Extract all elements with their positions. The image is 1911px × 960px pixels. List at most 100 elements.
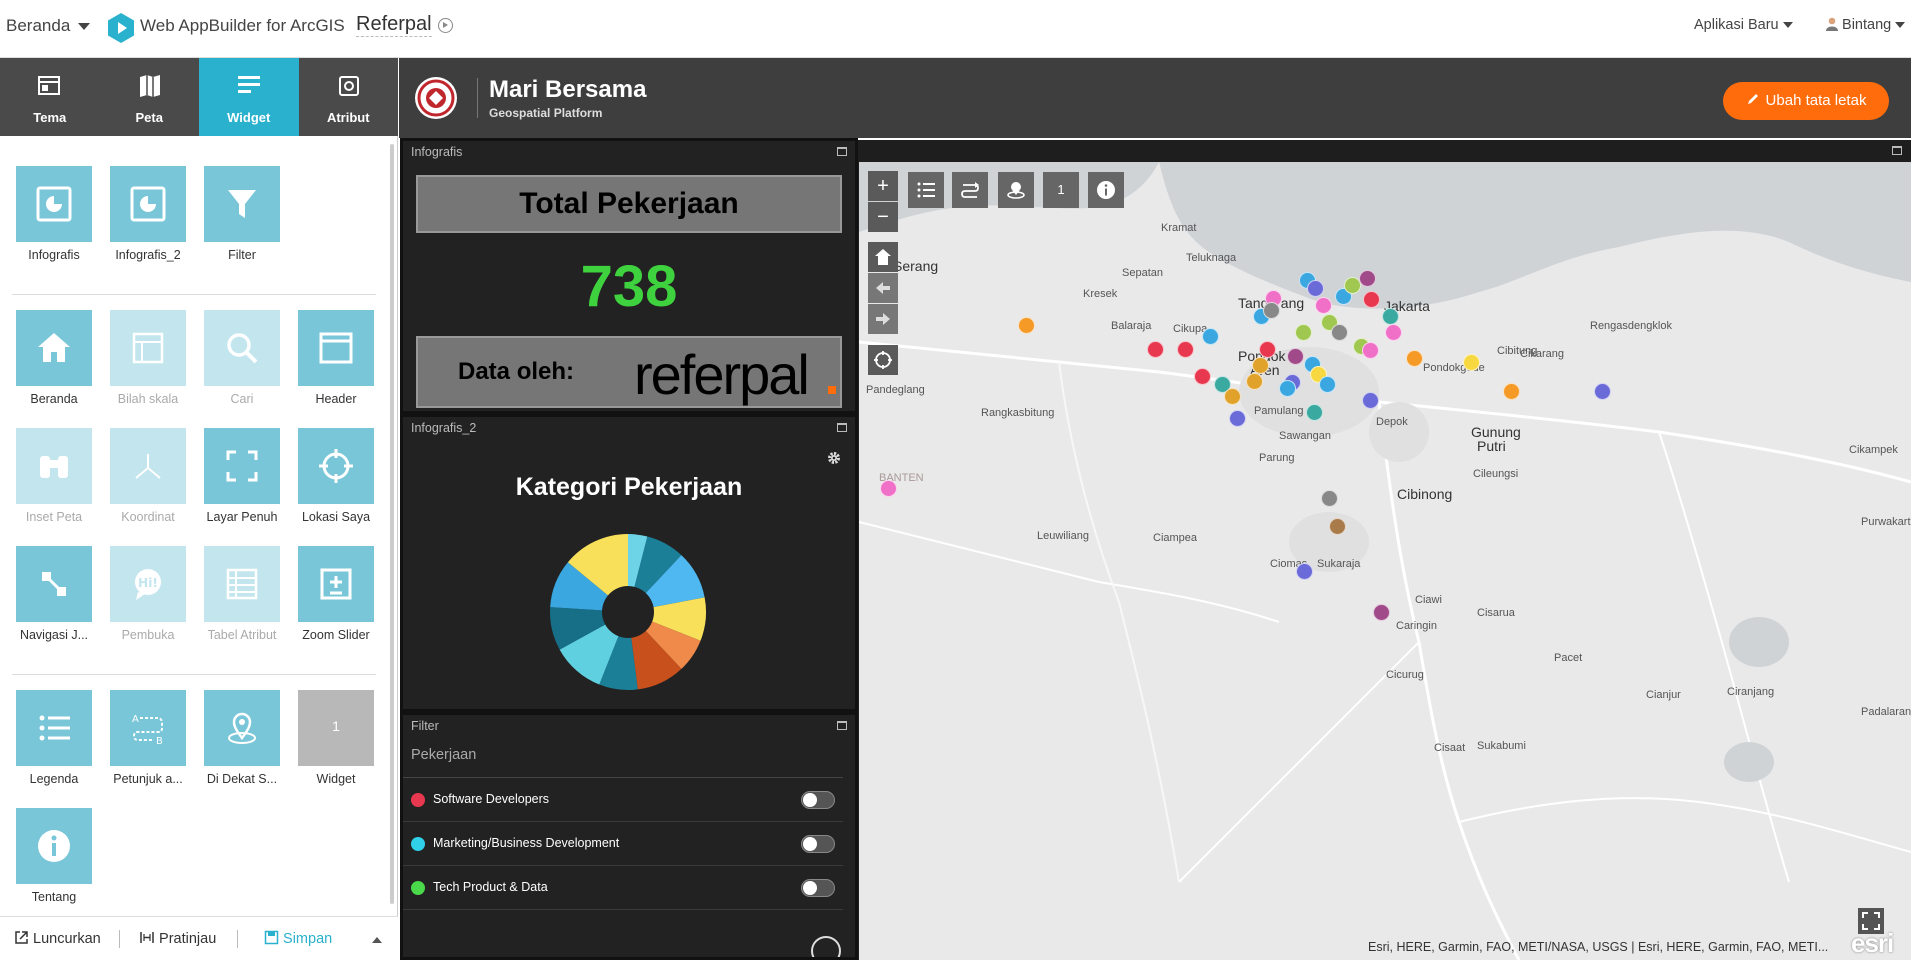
filter-toggle[interactable] [801,835,835,853]
job-marker[interactable] [1147,341,1164,358]
job-marker[interactable] [1503,383,1520,400]
job-marker[interactable] [1385,324,1402,341]
widget-tile-cari[interactable] [204,310,280,386]
job-marker[interactable] [1279,380,1296,397]
widget-tile-lokasi-saya[interactable] [298,428,374,504]
job-marker[interactable] [1246,373,1263,390]
job-marker[interactable] [1202,328,1219,345]
widget-tile-header[interactable] [298,310,374,386]
job-marker[interactable] [1373,604,1390,621]
maximize-icon[interactable] [837,147,847,156]
job-marker[interactable] [1296,563,1313,580]
place-label: Pacet [1554,652,1583,664]
widget-tile-layar-penuh[interactable] [204,428,280,504]
filter-label: Marketing/Business Development [433,836,620,850]
filter-row[interactable]: Tech Product & Data [403,866,843,910]
job-marker[interactable] [1224,388,1241,405]
filter-row[interactable]: Marketing/Business Development [403,822,843,866]
separator [237,930,238,948]
tab-theme[interactable]: Tema [0,58,100,136]
next-extent-button[interactable] [868,304,898,334]
widget-tile-zoom-slider[interactable] [298,546,374,622]
widget-list: Infografis Infografis_2 Filter Beranda B… [0,136,398,916]
tab-attribute[interactable]: Atribut [299,58,399,136]
job-marker[interactable] [1329,518,1346,535]
panel-scrollbar[interactable] [390,144,394,904]
tab-widget[interactable]: Widget [199,58,299,136]
filter-row[interactable]: Software Developers [403,778,843,822]
filter-toggle[interactable] [801,791,835,809]
job-marker[interactable] [1194,368,1211,385]
job-marker[interactable] [1229,410,1246,427]
near-me-tool-button[interactable] [998,172,1034,208]
home-menu[interactable]: Beranda [6,16,91,36]
job-marker[interactable] [1259,341,1276,358]
job-marker[interactable] [1359,270,1376,287]
maximize-icon[interactable] [1892,146,1902,155]
maximize-icon[interactable] [837,423,847,432]
widget-tile-inset-peta[interactable] [16,428,92,504]
job-marker[interactable] [1295,324,1312,341]
job-marker[interactable] [1363,291,1380,308]
gear-icon[interactable] [827,451,841,465]
filter-toggle[interactable] [801,879,835,897]
place-label: Serang [893,258,939,274]
preview-button[interactable]: Pratinjau [139,930,216,947]
widget-tile-infografis-2[interactable] [110,166,186,242]
job-marker[interactable] [1307,280,1324,297]
job-marker[interactable] [1252,357,1269,374]
home-button[interactable] [868,242,898,272]
widget-tile-navigasi[interactable] [16,546,92,622]
zoom-in-button[interactable]: + [868,171,898,201]
directions-tool-button[interactable] [952,172,988,208]
job-marker[interactable] [1463,354,1480,371]
save-button[interactable]: Simpan [264,930,332,947]
job-marker[interactable] [1362,342,1379,359]
widget-1-tool-button[interactable]: 1 [1043,172,1079,208]
legend-tool-button[interactable] [908,172,944,208]
widget-tile-pembuka[interactable]: Hi! [110,546,186,622]
preview-play-icon[interactable] [438,18,453,33]
job-marker[interactable] [880,480,897,497]
job-marker[interactable] [1287,348,1304,365]
widget-tile-tabel-atribut[interactable] [204,546,280,622]
widget-tile-legenda[interactable] [16,690,92,766]
zoom-out-button[interactable]: − [868,202,898,232]
about-tool-button[interactable] [1088,172,1124,208]
job-marker[interactable] [1594,383,1611,400]
widget-tile-di-dekat-saya[interactable] [204,690,280,766]
maximize-icon[interactable] [837,721,847,730]
place-label: Cisarua [1477,607,1515,619]
job-marker[interactable] [1315,297,1332,314]
widget-tile-infografis[interactable] [16,166,92,242]
job-marker[interactable] [1406,350,1423,367]
widget-tile-tentang[interactable] [16,808,92,884]
widget-tile-filter[interactable] [204,166,280,242]
previous-extent-button[interactable] [868,273,898,303]
job-marker[interactable] [1321,490,1338,507]
job-marker[interactable] [1263,302,1280,319]
place-label: Sukabumi [1477,740,1526,752]
change-layout-button[interactable]: Ubah tata letak [1723,82,1889,120]
job-marker[interactable] [1382,308,1399,325]
job-marker[interactable] [1177,341,1194,358]
app-name[interactable]: Referpal [356,13,432,37]
filter-reset-icon[interactable] [811,936,841,957]
map-view[interactable]: Serang Kramat Teluknaga Sepatan Kresek T… [859,162,1911,960]
job-marker[interactable] [1018,317,1035,334]
widget-tile-beranda[interactable] [16,310,92,386]
job-marker[interactable] [1306,404,1323,421]
job-marker[interactable] [1319,376,1336,393]
launch-button[interactable]: Luncurkan [14,930,101,947]
user-menu[interactable]: Bintang [1826,17,1906,33]
widget-tile-petunjuk-arah[interactable]: AB [110,690,186,766]
widget-tile-koordinat[interactable] [110,428,186,504]
widget-tile-bilah-skala[interactable] [110,310,186,386]
my-location-button[interactable] [868,345,898,375]
job-marker[interactable] [1331,324,1348,341]
new-app-menu[interactable]: Aplikasi Baru [1694,17,1793,33]
job-marker[interactable] [1362,392,1379,409]
chevron-up-icon[interactable] [372,937,382,943]
widget-tile-placeholder[interactable]: 1 [298,690,374,766]
tab-map[interactable]: Peta [100,58,200,136]
